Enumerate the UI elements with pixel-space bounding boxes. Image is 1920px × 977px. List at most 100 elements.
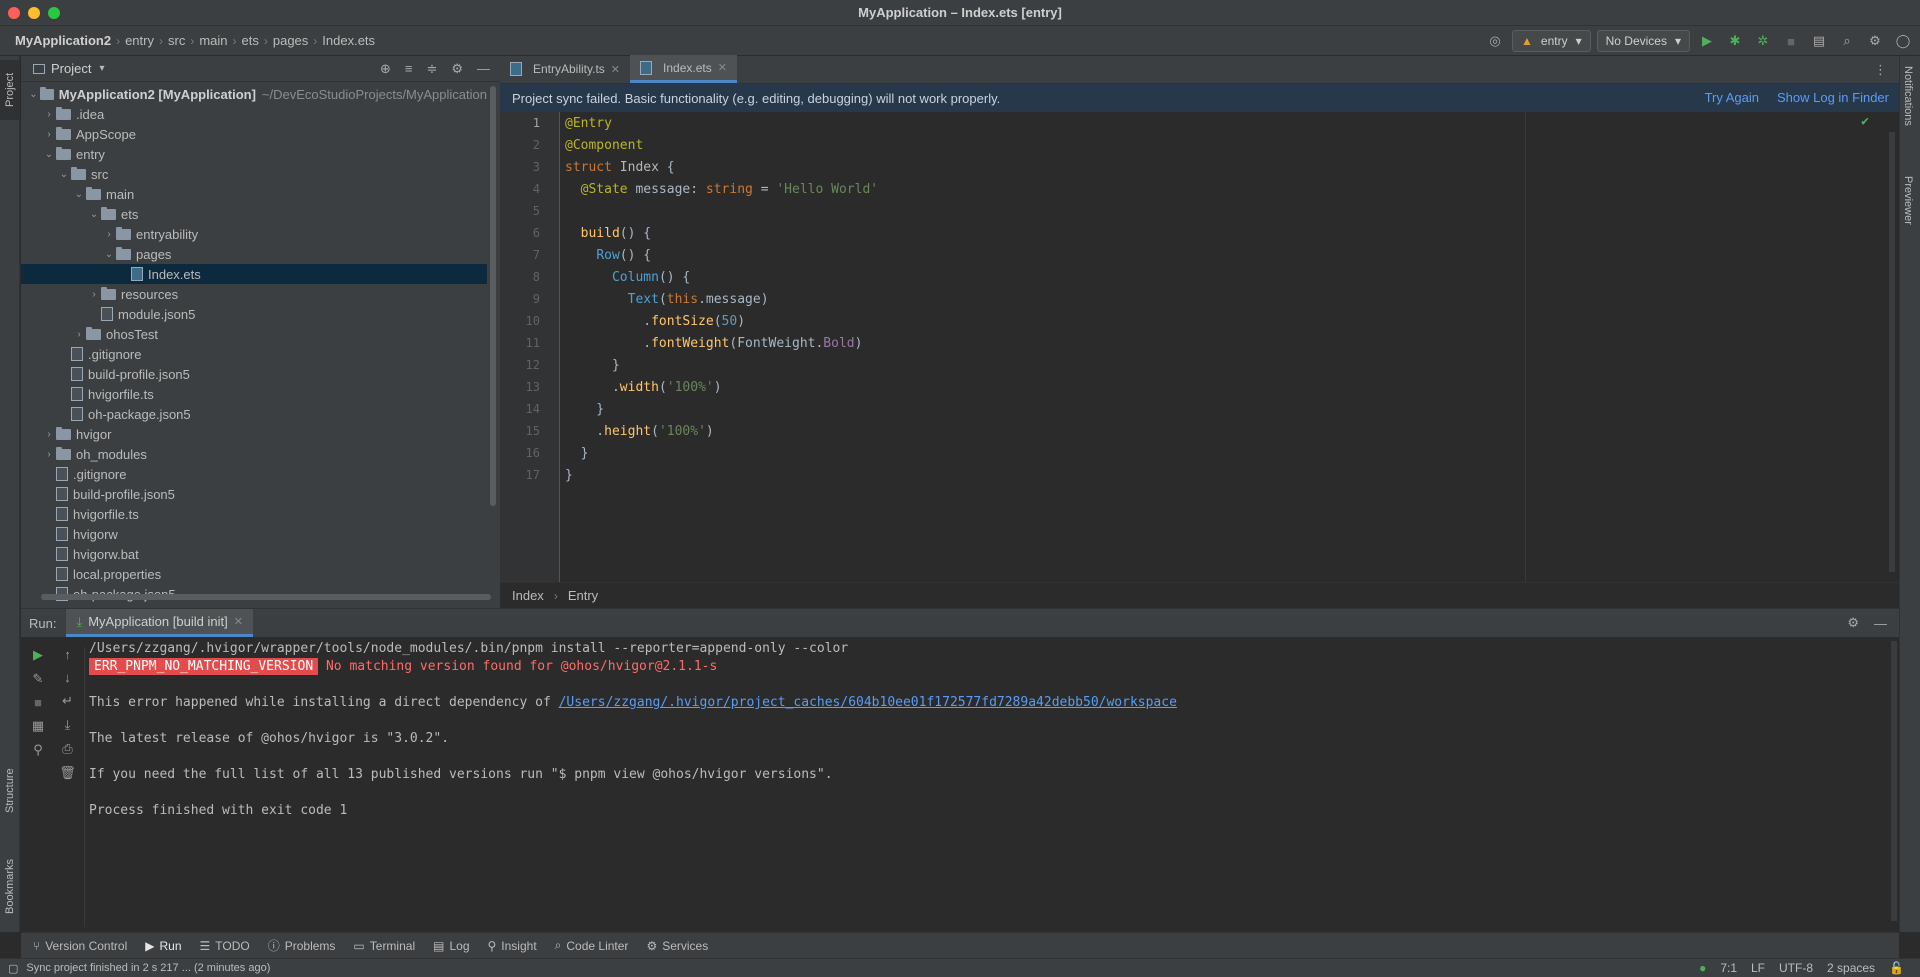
bookmarks-tool-tab[interactable]: Bookmarks xyxy=(0,846,20,926)
chevron-down-icon[interactable]: ⌄ xyxy=(27,89,40,100)
chevron-right-icon[interactable]: › xyxy=(102,229,116,240)
hide-icon[interactable]: — xyxy=(1874,616,1887,631)
tree-item[interactable]: hvigorw.bat xyxy=(21,544,487,564)
tool-window-insight[interactable]: ⚲ Insight xyxy=(488,939,537,953)
layout-icon[interactable]: ▢ xyxy=(8,962,18,975)
tree-item[interactable]: hvigorfile.ts xyxy=(21,384,487,404)
tree-item[interactable]: › ohosTest xyxy=(21,324,487,344)
tree-item[interactable]: ⌄ MyApplication2 [MyApplication] ~/DevEcoS… xyxy=(21,84,487,104)
rerun-icon[interactable]: ▶ xyxy=(33,647,43,663)
chevron-right-icon[interactable]: › xyxy=(42,109,56,120)
vertical-scrollbar[interactable] xyxy=(490,86,496,506)
workspace-link[interactable]: /Users/zzgang/.hvigor/project_caches/604… xyxy=(559,695,1177,710)
indent-setting[interactable]: 2 spaces xyxy=(1827,961,1875,975)
device-manager-icon[interactable]: ▤ xyxy=(1808,30,1830,52)
tree-item[interactable]: build-profile.json5 xyxy=(21,484,487,504)
editor-tab[interactable]: EntryAbility.ts ✕ xyxy=(500,55,630,83)
tool-window-terminal[interactable]: ▭ Terminal xyxy=(353,939,415,953)
collapse-all-icon[interactable]: ≑ xyxy=(426,61,437,77)
tool-window-version-control[interactable]: ⑂ Version Control xyxy=(33,939,127,953)
trash-icon[interactable]: 🗑 xyxy=(59,765,76,781)
minimize-window-button[interactable] xyxy=(28,7,40,19)
breadcrumb-item[interactable]: MyApplication2 xyxy=(12,33,114,48)
profile-icon[interactable]: ✲ xyxy=(1752,30,1774,52)
caret-position[interactable]: 7:1 xyxy=(1720,961,1737,975)
pin-icon[interactable]: ⚲ xyxy=(33,742,43,758)
breadcrumb-item[interactable]: main xyxy=(196,33,230,48)
notifications-tool-tab[interactable]: Notifications xyxy=(1902,66,1914,126)
soft-wrap-icon[interactable]: ↵ xyxy=(62,693,73,709)
device-selector[interactable]: No Devices ▾ xyxy=(1596,30,1690,52)
project-tool-tab[interactable]: Project xyxy=(0,60,20,120)
tree-item[interactable]: build-profile.json5 xyxy=(21,364,487,384)
chevron-down-icon[interactable]: ⌄ xyxy=(42,149,56,160)
breadcrumb-item[interactable]: ets xyxy=(239,33,262,48)
tree-item[interactable]: ⌄ ets xyxy=(21,204,487,224)
zoom-window-button[interactable] xyxy=(48,7,60,19)
search-icon[interactable]: ⌕ xyxy=(1836,30,1858,52)
locate-icon[interactable]: ⊕ xyxy=(380,61,391,77)
try-again-link[interactable]: Try Again xyxy=(1705,90,1759,105)
target-icon[interactable]: ◎ xyxy=(1484,30,1506,52)
close-window-button[interactable] xyxy=(8,7,20,19)
print-icon[interactable]: ⎙ xyxy=(62,741,72,757)
code-area[interactable]: ✔ 1 @Entry 2 @Component 3 struct Index {4 @St… xyxy=(500,112,1899,582)
chevron-right-icon[interactable]: › xyxy=(42,129,56,140)
arrow-down-icon[interactable]: ↓ xyxy=(64,670,71,685)
arrow-up-icon[interactable]: ↑ xyxy=(64,647,71,662)
expand-all-icon[interactable]: ≡ xyxy=(405,61,413,77)
tool-window-todo[interactable]: ☰ TODO xyxy=(200,939,250,953)
tool-window-code-linter[interactable]: ⌕ Code Linter xyxy=(555,938,629,953)
debug-icon[interactable]: ✱ xyxy=(1724,30,1746,52)
chevron-right-icon[interactable]: › xyxy=(42,429,56,440)
tree-item[interactable]: ⌄ main xyxy=(21,184,487,204)
close-icon[interactable]: ✕ xyxy=(611,63,620,76)
chevron-right-icon[interactable]: › xyxy=(42,449,56,460)
wrench-icon[interactable]: ✎ xyxy=(33,671,44,687)
run-tab[interactable]: ⤓ MyApplication [build init] ✕ xyxy=(66,609,253,637)
show-log-link[interactable]: Show Log in Finder xyxy=(1777,90,1889,105)
tree-item[interactable]: module.json5 xyxy=(21,304,487,324)
stop-icon[interactable]: ■ xyxy=(1780,30,1802,52)
stop-icon[interactable]: ■ xyxy=(34,695,42,710)
layout-icon[interactable]: ▦ xyxy=(32,718,44,734)
file-encoding[interactable]: UTF-8 xyxy=(1779,961,1813,975)
settings-icon[interactable]: ⚙ xyxy=(451,61,463,77)
breadcrumb-item[interactable]: Index.ets xyxy=(319,33,378,48)
close-icon[interactable]: ✕ xyxy=(718,61,727,74)
settings-icon[interactable]: ⚙ xyxy=(1864,30,1886,52)
horizontal-scrollbar[interactable] xyxy=(41,594,491,600)
breadcrumb-item[interactable]: pages xyxy=(270,33,311,48)
tree-item[interactable]: › AppScope xyxy=(21,124,487,144)
tree-item[interactable]: .gitignore xyxy=(21,464,487,484)
chevron-down-icon[interactable]: ⌄ xyxy=(87,209,101,220)
tree-item[interactable]: ⌄ pages xyxy=(21,244,487,264)
more-icon[interactable]: ⋮ xyxy=(1874,62,1887,78)
breadcrumb-item[interactable]: src xyxy=(165,33,188,48)
tool-window-services[interactable]: ⚙ Services xyxy=(646,939,708,953)
chevron-down-icon[interactable]: ⌄ xyxy=(57,169,71,180)
chevron-down-icon[interactable]: ⌄ xyxy=(102,249,116,260)
editor-tab[interactable]: Index.ets ✕ xyxy=(630,55,737,83)
lock-icon[interactable]: 🔓 xyxy=(1889,961,1904,975)
account-icon[interactable]: ◯ xyxy=(1892,30,1914,52)
tree-item[interactable]: › .idea xyxy=(21,104,487,124)
chevron-down-icon[interactable]: ▾ xyxy=(99,63,104,74)
line-separator[interactable]: LF xyxy=(1751,961,1765,975)
editor-crumb[interactable]: Index xyxy=(512,588,544,603)
chevron-down-icon[interactable]: ⌄ xyxy=(72,189,86,200)
previewer-tool-tab[interactable]: Previewer xyxy=(1902,176,1914,225)
tree-item[interactable]: ⌄ src xyxy=(21,164,487,184)
tree-item[interactable]: Index.ets xyxy=(21,264,487,284)
tool-window-run[interactable]: ▶ Run xyxy=(145,939,181,953)
tree-item[interactable]: › oh_modules xyxy=(21,444,487,464)
tree-item[interactable]: › resources xyxy=(21,284,487,304)
tree-item[interactable]: .gitignore xyxy=(21,344,487,364)
tree-item[interactable]: oh-package.json5 xyxy=(21,404,487,424)
project-panel-title[interactable]: Project xyxy=(51,61,91,76)
console-scrollbar[interactable] xyxy=(1891,641,1897,921)
scroll-to-end-icon[interactable]: ⤓ xyxy=(65,717,71,733)
tool-window-log[interactable]: ▤ Log xyxy=(433,939,469,953)
breadcrumb-item[interactable]: entry xyxy=(122,33,157,48)
tool-window-problems[interactable]: ⓘ Problems xyxy=(268,937,336,954)
